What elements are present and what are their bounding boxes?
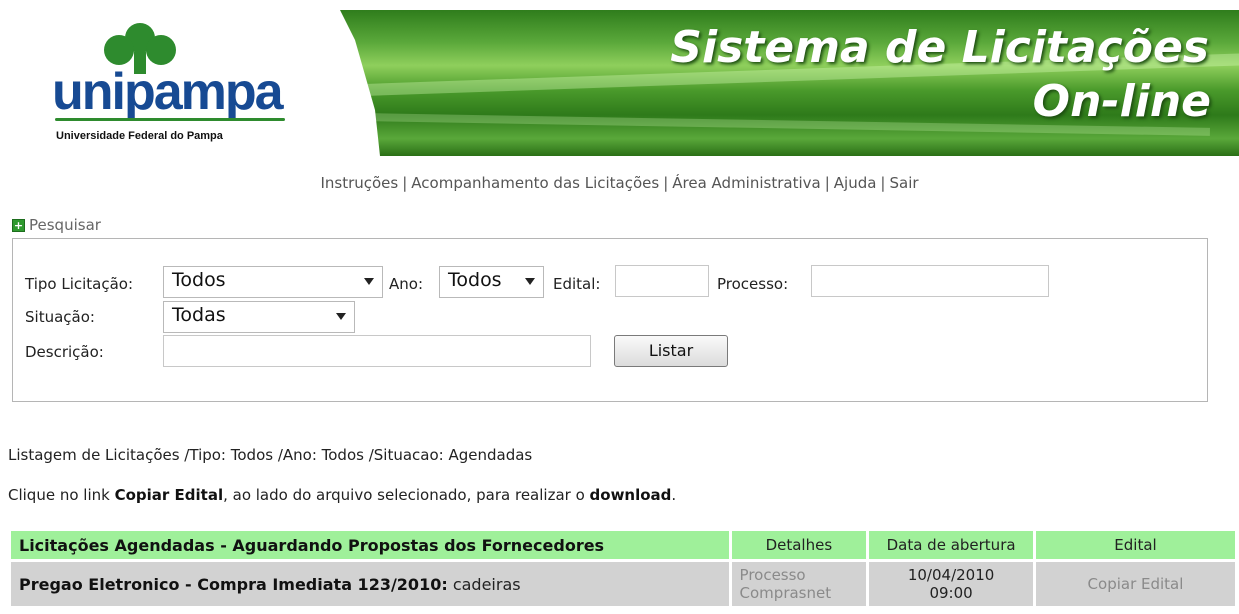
- processo-label: Processo:: [717, 275, 789, 293]
- column-header-data-abertura: Data de abertura: [869, 531, 1033, 559]
- search-toggle[interactable]: + Pesquisar: [12, 216, 101, 234]
- detalhes-cell[interactable]: Processo Comprasnet: [731, 562, 867, 606]
- situacao-value: Todas: [172, 304, 226, 326]
- table-row: Pregao Eletronico - Compra Imediata 123/…: [11, 562, 1235, 606]
- top-nav: Instruções | Acompanhamento das Licitações…: [0, 174, 1239, 192]
- column-header-edital: Edital: [1035, 531, 1235, 559]
- logo-wordmark: unipampa: [52, 63, 284, 121]
- descricao-label: Descrição:: [25, 343, 104, 361]
- nav-separator: |: [402, 174, 408, 192]
- search-panel: Tipo Licitação: Todos Ano: Todos Edital:…: [12, 238, 1208, 402]
- ano-label: Ano:: [389, 275, 423, 293]
- tipo-licitacao-label: Tipo Licitação:: [25, 275, 134, 293]
- dropdown-arrow-icon: [336, 313, 346, 320]
- descricao-input[interactable]: [163, 335, 591, 367]
- ano-value: Todos: [448, 269, 502, 291]
- table-header-row: Licitações Agendadas - Aguardando Propos…: [11, 531, 1235, 559]
- header-banner: unipampa Universidade Federal do Pampa S…: [10, 10, 1239, 156]
- licitacao-title[interactable]: Pregao Eletronico - Compra Imediata 123/…: [19, 575, 448, 594]
- nav-separator: |: [880, 174, 886, 192]
- nav-separator: |: [663, 174, 669, 192]
- listing-summary: Listagem de Licitações /Tipo: Todos /Ano…: [8, 446, 533, 464]
- instr-middle: , ao lado do arquivo selecionado, para r…: [223, 486, 590, 504]
- logo: unipampa Universidade Federal do Pampa: [10, 10, 380, 156]
- data-abertura-cell: 10/04/2010 09:00: [869, 562, 1033, 606]
- dropdown-arrow-icon: [525, 278, 535, 285]
- detalhes-comprasnet-link[interactable]: Comprasnet: [740, 584, 859, 602]
- logo-underline: [55, 118, 285, 121]
- situacao-label: Situação:: [25, 308, 95, 326]
- logo-subtitle: Universidade Federal do Pampa: [56, 130, 223, 142]
- processo-input[interactable]: [811, 265, 1049, 297]
- licitacao-title-cell[interactable]: Pregao Eletronico - Compra Imediata 123/…: [11, 562, 729, 606]
- detalhes-processo-link[interactable]: Processo: [740, 566, 859, 584]
- licitacao-description: cadeiras: [447, 574, 521, 594]
- tipo-licitacao-select[interactable]: Todos: [163, 266, 383, 298]
- edital-input[interactable]: [615, 265, 709, 297]
- nav-instrucoes[interactable]: Instruções: [320, 174, 398, 192]
- instr-download: download: [589, 486, 672, 504]
- licitacoes-table: Licitações Agendadas - Aguardando Propos…: [8, 528, 1238, 609]
- ano-select[interactable]: Todos: [439, 266, 544, 298]
- copiar-edital-link[interactable]: Copiar Edital: [1035, 562, 1235, 606]
- nav-separator: |: [824, 174, 830, 192]
- column-header-licitacoes: Licitações Agendadas - Aguardando Propos…: [11, 531, 729, 559]
- listar-button[interactable]: Listar: [614, 335, 728, 367]
- instr-prefix: Clique no link: [8, 486, 115, 504]
- tipo-licitacao-value: Todos: [172, 269, 226, 291]
- site-title: Sistema de Licitações: [670, 22, 1209, 73]
- data-abertura-date: 10/04/2010: [907, 566, 995, 584]
- edital-label: Edital:: [553, 275, 601, 293]
- instr-copiar-edital: Copiar Edital: [114, 486, 224, 504]
- situacao-select[interactable]: Todas: [163, 301, 355, 333]
- nav-area-administrativa[interactable]: Área Administrativa: [672, 174, 820, 192]
- expand-plus-icon[interactable]: +: [12, 219, 25, 232]
- column-header-detalhes: Detalhes: [731, 531, 867, 559]
- nav-sair[interactable]: Sair: [889, 174, 918, 192]
- dropdown-arrow-icon: [364, 278, 374, 285]
- instructions: Clique no link Copiar Edital, ao lado do…: [8, 486, 676, 504]
- nav-ajuda[interactable]: Ajuda: [834, 174, 877, 192]
- nav-acompanhamento[interactable]: Acompanhamento das Licitações: [411, 174, 659, 192]
- search-toggle-label[interactable]: Pesquisar: [29, 216, 101, 234]
- site-title-line2: On-line: [1032, 76, 1211, 127]
- data-abertura-time: 09:00: [929, 584, 973, 602]
- instr-end: .: [671, 486, 677, 504]
